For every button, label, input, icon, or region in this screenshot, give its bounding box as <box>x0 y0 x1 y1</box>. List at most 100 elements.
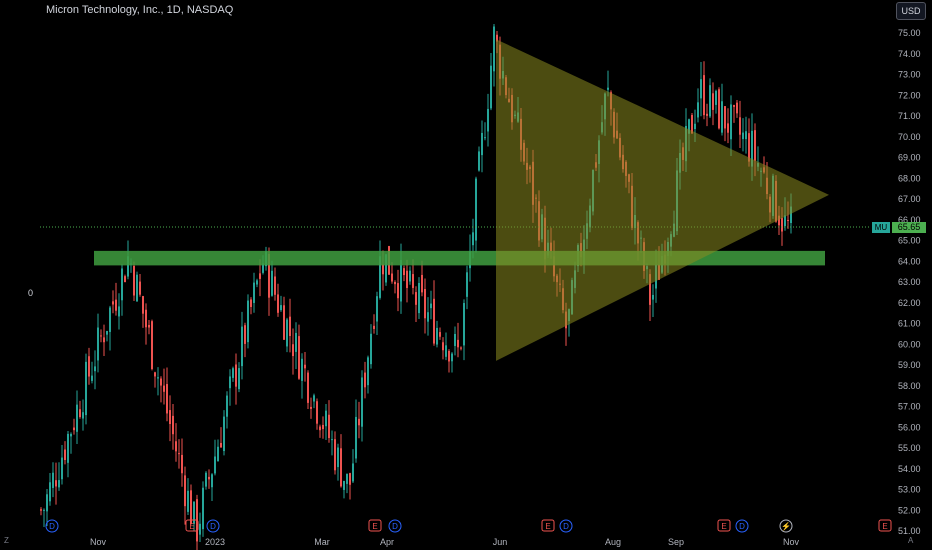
candle-body <box>736 102 738 114</box>
candle-body <box>232 368 234 378</box>
y-tick-label: 59.00 <box>898 360 921 370</box>
candle-body <box>118 306 120 317</box>
triangle-pattern[interactable] <box>496 39 829 361</box>
candle-body <box>247 300 249 343</box>
y-tick-label: 70.00 <box>898 132 921 142</box>
candle-body <box>433 298 435 344</box>
y-tick-label: 64.00 <box>898 256 921 266</box>
candle-body <box>202 487 204 530</box>
candle-body <box>64 449 66 461</box>
y-tick-label: 53.00 <box>898 485 921 495</box>
candle-body <box>163 385 165 392</box>
y-tick-label: 61.00 <box>898 319 921 329</box>
candle-body <box>484 137 486 139</box>
candle-body <box>397 283 399 299</box>
candle-body <box>223 416 225 452</box>
y-tick-label: 73.00 <box>898 70 921 80</box>
candle-body <box>376 296 378 322</box>
candle-body <box>229 376 231 389</box>
candle-body <box>169 410 171 425</box>
candle-body <box>493 26 495 72</box>
candle-body <box>58 480 60 488</box>
y-tick-label: 52.00 <box>898 505 921 515</box>
candle-body <box>55 480 57 487</box>
y-tick-label: 74.00 <box>898 49 921 59</box>
candle-body <box>337 447 339 468</box>
candle-body <box>298 336 300 379</box>
zoom-button[interactable]: Z <box>4 536 9 545</box>
candle-body <box>151 321 153 370</box>
candle-body <box>415 292 417 305</box>
candle-body <box>43 509 45 511</box>
price-chart[interactable]: 75.00 74.00 73.00 72.00 71.00 70.00 69.00 68.00… <box>0 0 932 550</box>
candle-body <box>364 372 366 388</box>
y-tick-label: 54.00 <box>898 464 921 474</box>
x-tick-label: 2023 <box>205 537 225 547</box>
candle-body <box>472 232 474 246</box>
candle-body <box>313 395 315 402</box>
candle-body <box>346 473 348 484</box>
candle-body <box>52 472 54 488</box>
candle-body <box>406 270 408 288</box>
candle-body <box>325 410 327 427</box>
candle-body <box>205 472 207 487</box>
y-tick-label: 69.00 <box>898 153 921 163</box>
candle-body <box>136 274 138 302</box>
y-tick-label: 67.00 <box>898 194 921 204</box>
x-tick-label: Jun <box>493 537 508 547</box>
candle-body <box>694 123 696 130</box>
y-tick-label: 57.00 <box>898 402 921 412</box>
candle-body <box>700 79 702 99</box>
candle-body <box>124 276 126 283</box>
candle-body <box>427 312 429 322</box>
candle-body <box>724 106 726 129</box>
candle-body <box>217 446 219 462</box>
candle-body <box>166 384 168 414</box>
candle-body <box>409 270 411 282</box>
candle-body <box>754 130 756 161</box>
candle-body <box>424 288 426 319</box>
candle-body <box>94 366 96 372</box>
support-zone[interactable] <box>94 250 825 266</box>
candle-body <box>274 276 276 295</box>
candle-body <box>283 305 285 340</box>
candle-body <box>334 439 336 471</box>
candle-body <box>142 296 144 314</box>
candle-body <box>781 218 783 232</box>
candle-body <box>91 375 93 381</box>
candle-body <box>46 494 48 512</box>
candle-body <box>292 344 294 357</box>
candle-body <box>244 325 246 344</box>
candle-body <box>733 105 735 107</box>
candle-body <box>280 305 282 311</box>
auto-scale-button[interactable]: A <box>908 536 913 545</box>
candle-body <box>475 178 477 241</box>
candle-body <box>79 409 81 418</box>
candle-body <box>112 301 114 305</box>
candle-body <box>208 476 210 480</box>
currency-button[interactable]: USD <box>896 2 926 20</box>
candle-body <box>85 361 87 416</box>
candle-body <box>310 406 312 409</box>
earnings-marker-label: E <box>189 522 194 531</box>
candle-body <box>181 454 183 474</box>
candle-body <box>607 87 609 90</box>
candle-body <box>157 377 159 379</box>
candle-body <box>457 339 459 348</box>
candle-body <box>418 283 420 314</box>
earnings-marker-label: E <box>721 522 726 531</box>
candle-body <box>487 108 489 132</box>
x-tick-label: Sep <box>668 537 684 547</box>
candle-body <box>250 299 252 307</box>
candle-body <box>709 85 711 117</box>
candle-body <box>226 395 228 417</box>
y-tick-label: 63.00 <box>898 277 921 287</box>
candle-body <box>490 65 492 109</box>
candle-body <box>463 303 465 346</box>
candle-body <box>466 272 468 297</box>
event-markers: D E D E D E D E D ⚡ E <box>45 519 892 533</box>
y-tick-label: 75.00 <box>898 28 921 38</box>
candle-body <box>370 333 372 365</box>
y-tick-label: 68.00 <box>898 173 921 183</box>
candle-body <box>190 490 192 525</box>
